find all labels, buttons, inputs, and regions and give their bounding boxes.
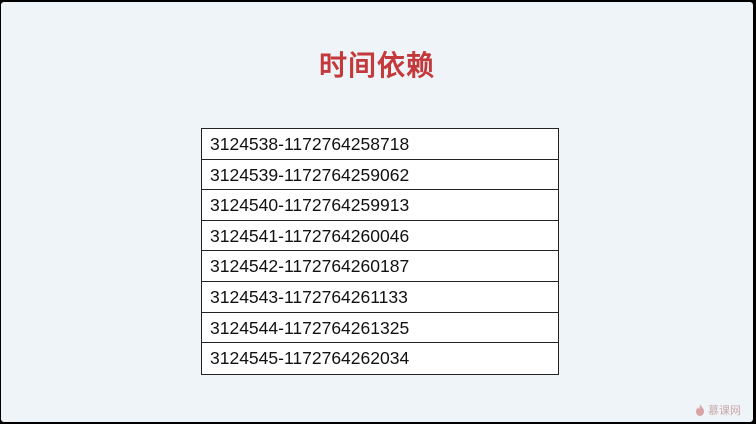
watermark: 慕课网 xyxy=(695,402,741,418)
list-item: 3124545-1172764262034 xyxy=(210,348,410,369)
list-item: 3124542-1172764260187 xyxy=(202,251,558,282)
video-frame: 时间依赖 3124538-1172764258718 3124539-11727… xyxy=(0,0,756,424)
timestamp-list: 3124538-1172764258718 3124539-1172764259… xyxy=(201,128,559,375)
list-item: 3124543-1172764261133 xyxy=(202,282,558,313)
list-item: 3124541-1172764260046 xyxy=(202,221,558,252)
presentation-slide: 时间依赖 3124538-1172764258718 3124539-11727… xyxy=(1,2,753,422)
flame-logo-icon xyxy=(695,404,705,416)
slide-title: 时间依赖 xyxy=(318,49,435,82)
watermark-text: 慕课网 xyxy=(708,404,741,417)
list-item: 3124540-1172764259913 xyxy=(202,190,558,221)
list-item: 3124538-1172764258718 xyxy=(202,129,558,160)
list-item: 3124539-1172764259062 xyxy=(202,160,558,191)
list-item: 3124544-1172764261325 xyxy=(202,313,558,344)
